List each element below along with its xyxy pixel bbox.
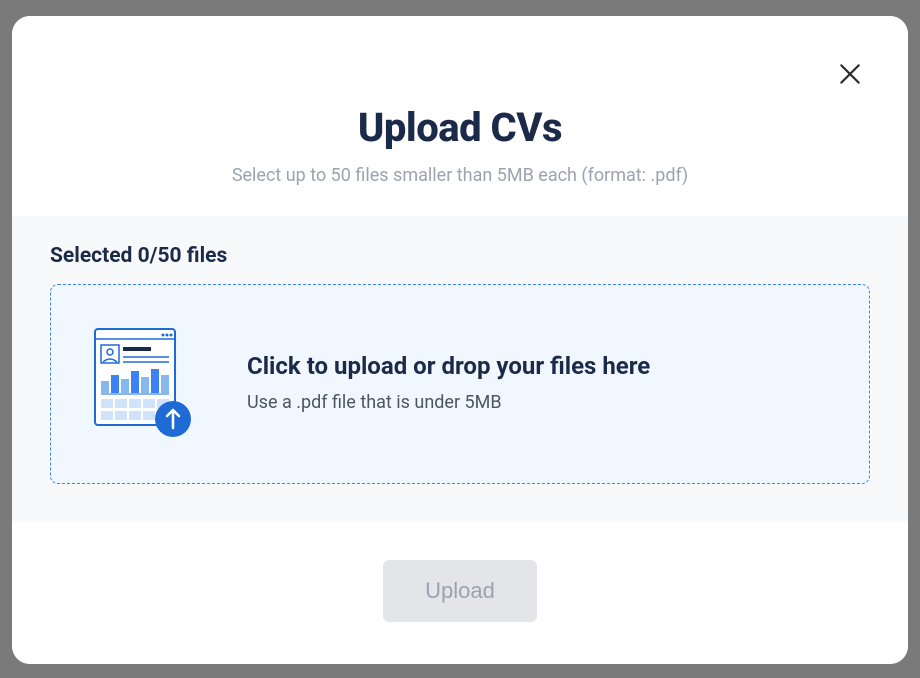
- document-upload-icon: [93, 327, 193, 437]
- file-dropzone[interactable]: Click to upload or drop your files here …: [50, 284, 870, 484]
- modal-header: Upload CVs Select up to 50 files smaller…: [12, 16, 908, 216]
- dropzone-hint: Use a .pdf file that is under 5MB: [247, 392, 650, 413]
- close-button[interactable]: [834, 58, 866, 90]
- dropzone-title: Click to upload or drop your files here: [247, 352, 650, 380]
- modal-title: Upload CVs: [12, 104, 908, 151]
- upload-button[interactable]: Upload: [383, 560, 537, 622]
- modal-footer: Upload: [12, 522, 908, 664]
- dropzone-text: Click to upload or drop your files here …: [247, 352, 650, 413]
- modal-subtitle: Select up to 50 files smaller than 5MB e…: [12, 165, 908, 186]
- close-icon: [837, 61, 863, 87]
- selected-count-label: Selected 0/50 files: [50, 244, 870, 268]
- upload-cv-modal: Upload CVs Select up to 50 files smaller…: [12, 16, 908, 664]
- modal-body: Selected 0/50 files: [12, 216, 908, 522]
